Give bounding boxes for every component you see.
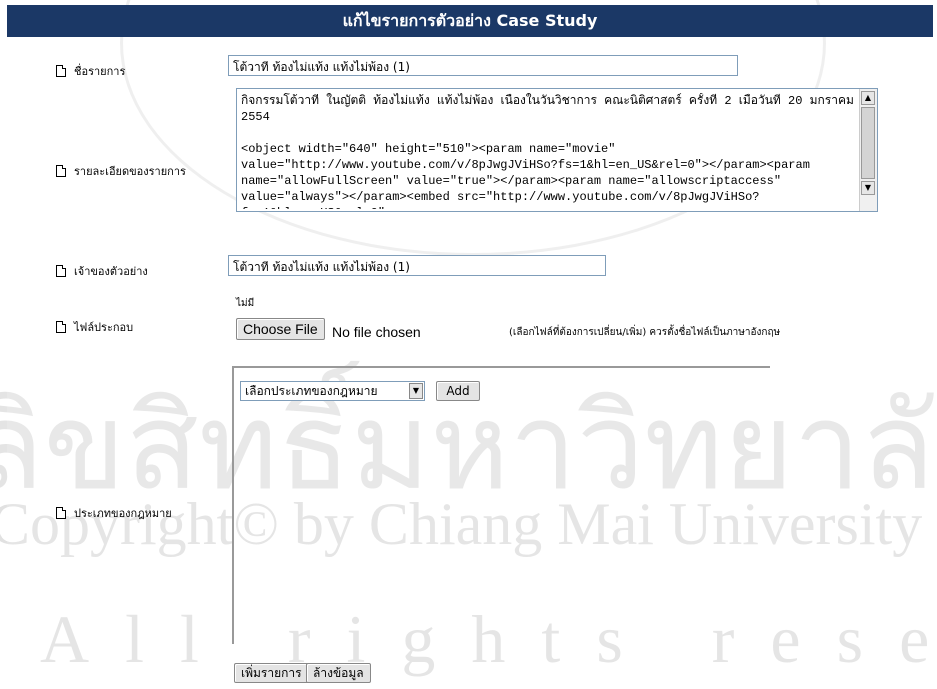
document-icon bbox=[56, 265, 66, 277]
save-button[interactable]: เพิ่มรายการ bbox=[234, 663, 309, 683]
law-type-box bbox=[232, 366, 770, 644]
law-type-label: ประเภทของกฎหมาย bbox=[74, 507, 172, 520]
owner-label: เจ้าของตัวอย่าง bbox=[74, 265, 148, 278]
detail-label-row: รายละเอียดของรายการ bbox=[56, 162, 186, 180]
name-input[interactable]: โต้วาที ท้องไม่แท้ง แท้งไม่พ้อง (1) bbox=[228, 55, 738, 76]
clear-button[interactable]: ล้างข้อมูล bbox=[306, 663, 371, 683]
scroll-up-icon[interactable]: ▲ bbox=[861, 91, 875, 105]
detail-textarea[interactable]: กิจกรรมโต้วาที ในญัตติ ท้องไม่แท้ง แท้งไ… bbox=[236, 88, 878, 212]
add-button[interactable]: Add bbox=[436, 381, 480, 401]
chevron-down-icon[interactable]: ▼ bbox=[409, 383, 423, 399]
page-title: แก้ไขรายการตัวอย่าง Case Study bbox=[7, 5, 933, 37]
document-icon bbox=[56, 165, 66, 177]
attachment-label: ไฟล์ประกอบ bbox=[74, 321, 134, 334]
name-label: ชื่อรายการ bbox=[74, 65, 126, 78]
scroll-down-icon[interactable]: ▼ bbox=[861, 181, 875, 195]
attachment-hint: (เลือกไฟล์ที่ต้องการเปลี่ยน/เพิ่ม) ควรตั… bbox=[509, 327, 781, 338]
scroll-thumb[interactable] bbox=[861, 107, 875, 179]
document-icon bbox=[56, 65, 66, 77]
attachment-label-row: ไฟล์ประกอบ bbox=[56, 318, 133, 336]
detail-text: กิจกรรมโต้วาที ในญัตติ ท้องไม่แท้ง แท้งไ… bbox=[241, 94, 854, 209]
owner-input[interactable]: โต้วาที ท้องไม่แท้ง แท้งไม่พ้อง (1) bbox=[228, 255, 606, 276]
owner-label-row: เจ้าของตัวอย่าง bbox=[56, 262, 148, 280]
name-label-row: ชื่อรายการ bbox=[56, 62, 125, 80]
attachment-current: ไม่มี bbox=[236, 298, 255, 309]
detail-label: รายละเอียดของรายการ bbox=[74, 165, 186, 178]
choose-file-button[interactable]: Choose File bbox=[236, 318, 325, 340]
document-icon bbox=[56, 507, 66, 519]
no-file-text: No file chosen bbox=[332, 324, 421, 340]
law-type-label-row: ประเภทของกฎหมาย bbox=[56, 504, 172, 522]
document-icon bbox=[56, 321, 66, 333]
law-type-select-value: เลือกประเภทของกฎหมาย bbox=[245, 384, 378, 398]
law-type-select[interactable]: เลือกประเภทของกฎหมาย ▼ bbox=[240, 381, 425, 401]
detail-scrollbar[interactable]: ▲ ▼ bbox=[859, 89, 877, 211]
